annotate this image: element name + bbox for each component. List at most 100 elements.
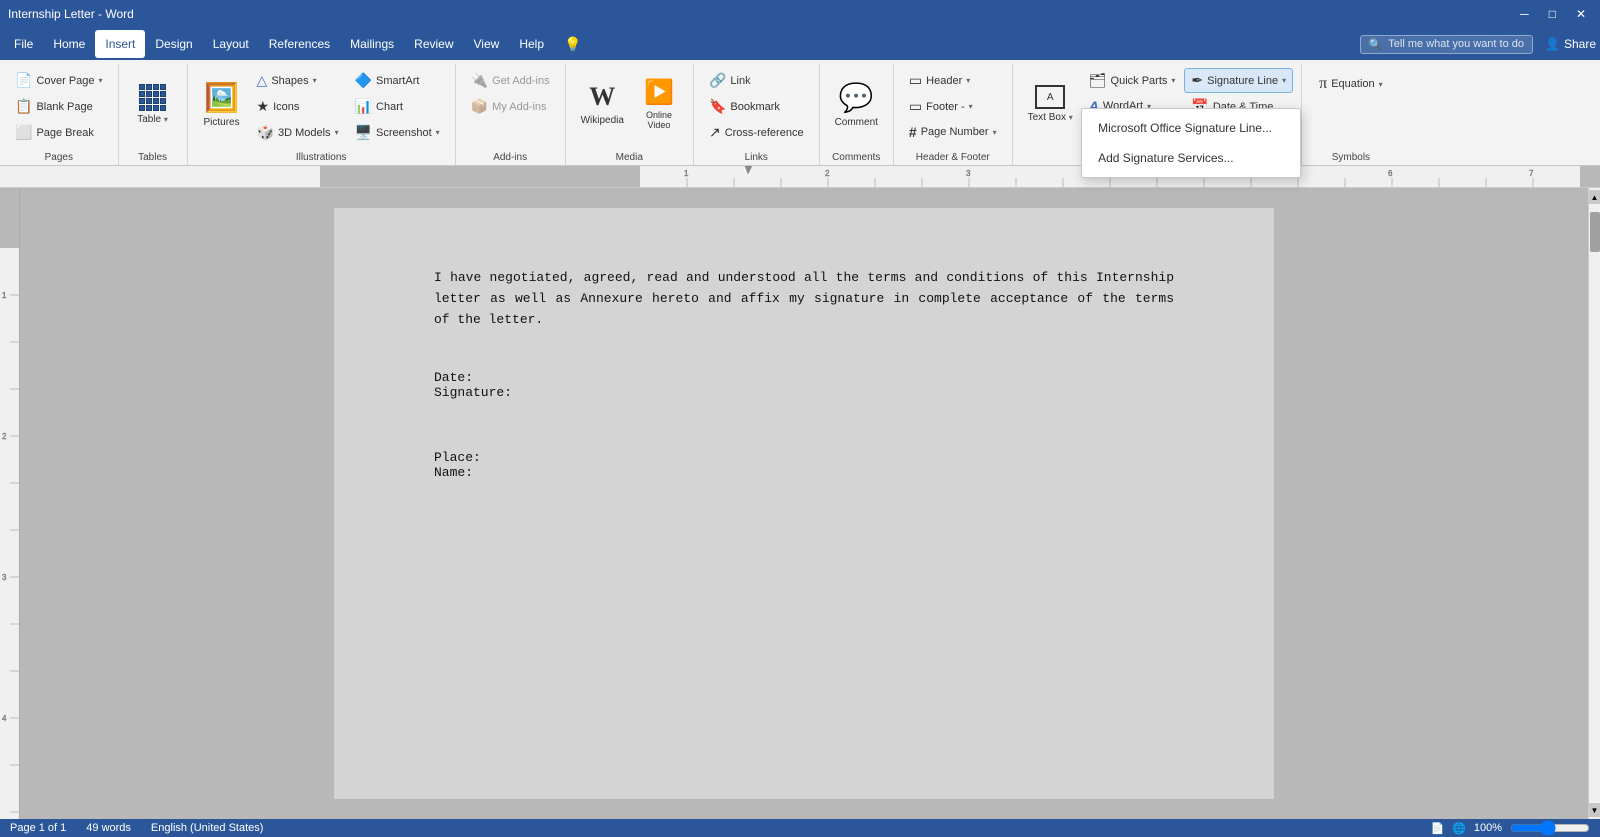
svg-text:1: 1 [684,169,689,178]
3d-models-icon: 🎲 [257,124,274,141]
place-label: Place: [434,450,1174,465]
cross-ref-button[interactable]: ↗ Cross-reference [702,120,811,145]
ms-signature-line-item[interactable]: Microsoft Office Signature Line... [1082,113,1300,143]
scrollbar-right[interactable]: ▲ ▼ [1588,188,1600,819]
title-bar: Internship Letter - Word ─ □ ✕ [0,0,1600,28]
get-addins-button[interactable]: 🔌 Get Add-ins [464,68,557,93]
blank-page-label: Blank Page [36,101,92,113]
page-number-button[interactable]: # Page Number ▾ [902,120,1004,144]
wikipedia-button[interactable]: W Wikipedia [574,68,631,140]
comments-group-label: Comments [832,148,880,165]
minimize-button[interactable]: ─ [1514,7,1535,21]
ruler-marks: 1 2 3 4 5 6 7 [320,166,1600,188]
scroll-thumb[interactable] [1590,212,1600,252]
icons-icon: ★ [257,98,270,115]
header-footer-col: ▭ Header ▾ ▭ Footer - ▾ # Page Number ▾ [902,68,1004,144]
menu-file[interactable]: File [4,30,43,58]
cross-ref-icon: ↗ [709,124,721,141]
blank-page-button[interactable]: 📋 Blank Page [8,94,110,119]
ribbon-group-media: W Wikipedia ▶️ OnlineVideo Media [566,64,694,165]
signature-line-icon: ✒ [1191,72,1203,89]
menu-mailings[interactable]: Mailings [340,30,404,58]
page-break-button[interactable]: ⬜ Page Break [8,120,110,145]
page-number-arrow: ▾ [993,128,997,137]
menu-insert[interactable]: Insert [95,30,145,58]
share-button[interactable]: 👤 Share [1545,37,1596,51]
signature-line-label: Signature Line [1207,75,1278,87]
view-print-icon[interactable]: 📄 [1430,822,1444,835]
close-button[interactable]: ✕ [1570,7,1592,21]
footer-button[interactable]: ▭ Footer - ▾ [902,94,1004,119]
scroll-down-button[interactable]: ▼ [1589,803,1600,817]
search-icon: 🔍 [1369,38,1383,51]
illustrations-col: △ Shapes ▾ ★ Icons 🎲 3D Models ▾ [250,68,346,145]
get-addins-icon: 🔌 [471,72,488,89]
shapes-arrow: ▾ [313,76,317,85]
document-area[interactable]: I have negotiated, agreed, read and unde… [20,188,1588,819]
place-field: Place: Name: [434,450,1174,480]
signature-label: Signature: [434,385,1174,400]
maximize-button[interactable]: □ [1543,7,1562,21]
svg-text:6: 6 [1388,169,1393,178]
pictures-icon: 🖼️ [204,81,239,114]
media-group-label: Media [616,148,643,165]
shapes-button[interactable]: △ Shapes ▾ [250,68,346,93]
quick-parts-button[interactable]: 🗂 Quick Parts ▾ [1082,68,1183,93]
screenshot-icon: 🖥️ [355,124,372,141]
wikipedia-icon: W [589,82,615,112]
menu-search[interactable]: 🔍 Tell me what you want to do [1360,35,1533,54]
text-box-button[interactable]: A Text Box ▾ [1021,68,1080,140]
share-icon: 👤 [1545,37,1560,51]
document-paragraph: I have negotiated, agreed, read and unde… [434,268,1174,330]
menu-lightbulb[interactable]: 💡 [554,30,591,58]
screenshot-button[interactable]: 🖥️ Screenshot ▾ [348,120,447,145]
smartart-button[interactable]: 🔷 SmartArt [348,68,447,93]
zoom-slider[interactable] [1510,823,1590,833]
3d-models-button[interactable]: 🎲 3D Models ▾ [250,120,346,145]
cover-page-button[interactable]: 📄 Cover Page ▾ [8,68,110,93]
my-addins-button[interactable]: 📦 My Add-ins [464,94,557,119]
equation-button[interactable]: π Equation ▾ [1310,68,1392,100]
link-icon: 🔗 [709,72,726,89]
ribbon-group-addins: 🔌 Get Add-ins 📦 My Add-ins Add-ins [456,64,566,165]
chart-icon: 📊 [355,98,372,115]
cover-page-arrow: ▾ [99,76,103,85]
bookmark-button[interactable]: 🔖 Bookmark [702,94,811,119]
signature-line-button[interactable]: ✒ Signature Line ▾ [1184,68,1293,93]
chart-button[interactable]: 📊 Chart [348,94,447,119]
text-box-label: Text Box ▾ [1028,112,1073,123]
menu-references[interactable]: References [259,30,340,58]
pictures-button[interactable]: 🖼️ Pictures [196,68,248,140]
my-addins-icon: 📦 [471,98,488,115]
tables-content: Table ▾ [127,64,179,148]
scroll-up-button[interactable]: ▲ [1589,190,1600,204]
menu-layout[interactable]: Layout [203,30,259,58]
link-label: Link [730,75,750,87]
add-signature-services-item[interactable]: Add Signature Services... [1082,143,1300,173]
equation-label: Equation [1331,78,1374,90]
menu-design[interactable]: Design [145,30,202,58]
menu-view[interactable]: View [464,30,510,58]
table-button[interactable]: Table ▾ [127,68,179,140]
view-web-icon[interactable]: 🌐 [1452,822,1466,835]
menu-home[interactable]: Home [43,30,95,58]
link-button[interactable]: 🔗 Link [702,68,811,93]
online-video-button[interactable]: ▶️ OnlineVideo [633,68,685,140]
footer-arrow: ▾ [969,102,973,111]
svg-text:4: 4 [2,714,7,723]
text-box-icon: A [1035,85,1065,109]
header-button[interactable]: ▭ Header ▾ [902,68,1004,93]
header-footer-group-label: Header & Footer [916,148,990,165]
menu-help[interactable]: Help [509,30,554,58]
illustrations-content: 🖼️ Pictures △ Shapes ▾ ★ Icons 🎲 3D Mode… [196,64,447,148]
icons-button[interactable]: ★ Icons [250,94,346,119]
ruler-vertical: 1 2 3 4 [0,188,20,819]
header-footer-content: ▭ Header ▾ ▭ Footer - ▾ # Page Number ▾ [902,64,1004,148]
menu-review[interactable]: Review [404,30,463,58]
cover-page-icon: 📄 [15,72,32,89]
svg-text:7: 7 [1529,169,1534,178]
equation-arrow: ▾ [1379,80,1383,89]
links-group-label: Links [745,148,768,165]
comment-button[interactable]: 💬 Comment [828,68,885,140]
cover-page-label: Cover Page [36,75,94,87]
